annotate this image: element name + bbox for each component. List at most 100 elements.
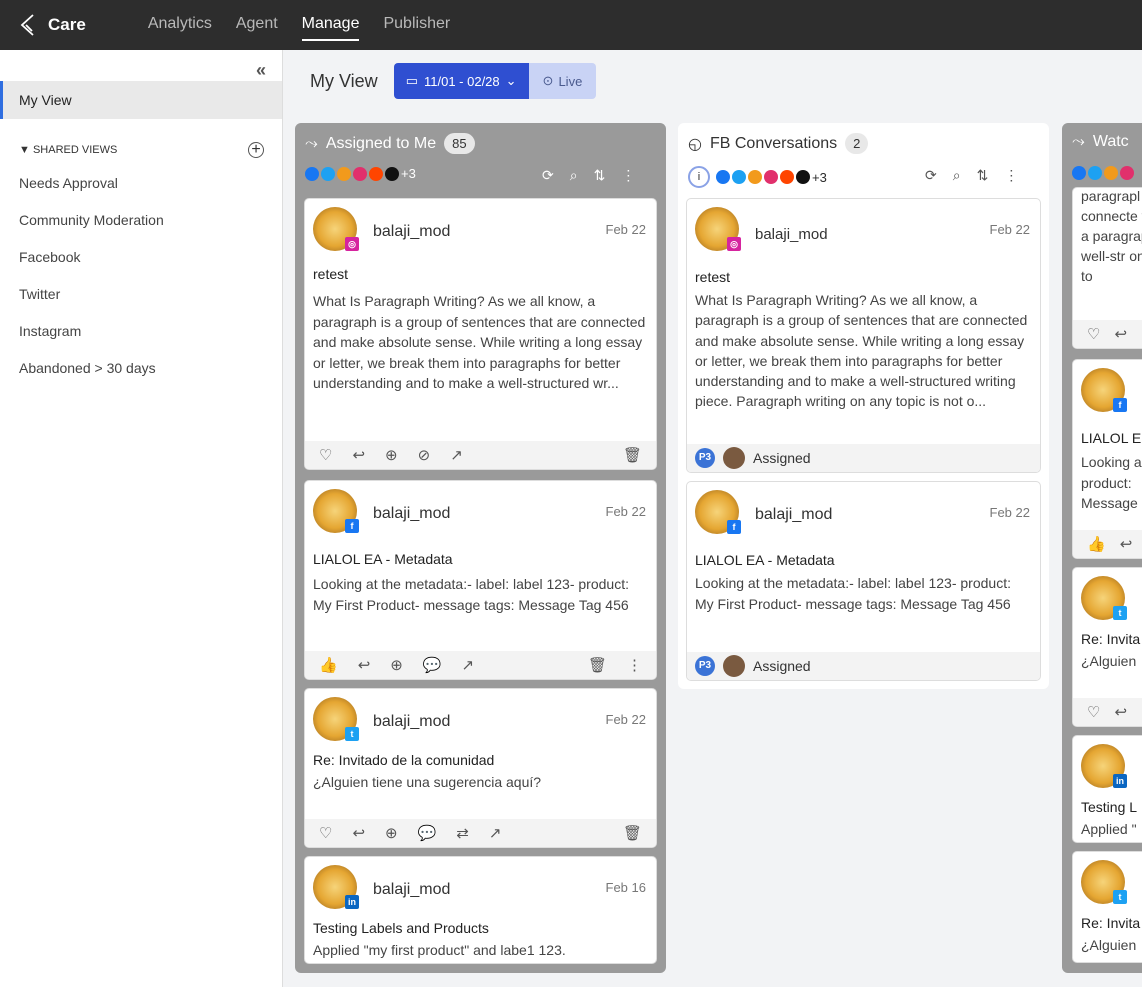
message-card[interactable]: ◎ balaji_mod Feb 22 retest What Is Parag… (686, 198, 1041, 473)
sidebar-item-needs-approval[interactable]: Needs Approval (19, 174, 164, 211)
sidebar-item-my-view[interactable]: My View (0, 81, 282, 119)
trash-icon[interactable]: 🗑 (623, 824, 642, 842)
channel-filters[interactable]: i +3 (688, 166, 827, 188)
message-body: paragrapl connecte writing a paragrapl a… (1081, 188, 1142, 284)
sidebar-item-facebook[interactable]: Facebook (19, 248, 164, 285)
message-date: Feb 22 (605, 504, 646, 519)
message-card[interactable]: t balaji_mod Feb 22 Re: Invitado de la c… (304, 688, 657, 848)
like-icon[interactable]: ♡ (319, 824, 332, 842)
reply-icon[interactable]: ↩ (358, 656, 371, 674)
add-icon[interactable]: ⊕ (385, 446, 398, 464)
sort-icon[interactable]: ⇅ (977, 167, 989, 184)
like-icon[interactable]: ♡ (319, 446, 332, 464)
message-card[interactable]: in balaji_mod Feb 16 Testing Labels and … (304, 856, 657, 964)
message-date: Feb 16 (605, 880, 646, 895)
refresh-icon[interactable]: ⟳ (542, 167, 554, 184)
live-label: Live (558, 73, 583, 89)
nav-analytics[interactable]: Analytics (148, 9, 212, 41)
message-body: ¿Alguien tiene una sugerencia aquí? (313, 774, 542, 790)
hide-icon[interactable]: ⊘ (418, 446, 431, 464)
like-icon[interactable]: ♡ (1087, 325, 1100, 343)
add-view-icon[interactable]: + (248, 142, 264, 158)
message-card[interactable]: f LIALOL E Looking a product: Message 👍 ↩ (1072, 359, 1142, 559)
column-count: 2 (845, 133, 869, 154)
reply-icon[interactable]: ↩ (1120, 535, 1133, 553)
instagram-icon (353, 166, 367, 181)
message-card[interactable]: in Testing L Applied " (1072, 735, 1142, 843)
reply-icon[interactable]: ↩ (1114, 703, 1127, 721)
nav-agent[interactable]: Agent (236, 9, 278, 41)
date-range-button[interactable]: ▭ 11/01 - 02/28 ⌄ (393, 63, 529, 99)
shared-views-toggle[interactable]: ▼ SHARED VIEWS (19, 144, 117, 156)
info-icon[interactable]: i (688, 166, 710, 188)
message-card[interactable]: f balaji_mod Feb 22 LIALOL EA - Metadata… (304, 480, 657, 680)
message-card[interactable]: paragrapl connecte writing a paragrapl a… (1072, 187, 1142, 349)
trash-icon[interactable]: 🗑 (623, 446, 642, 464)
nav-manage[interactable]: Manage (301, 9, 360, 41)
reddit-icon (780, 170, 794, 184)
like-icon[interactable]: ♡ (1087, 703, 1100, 721)
add-icon[interactable]: ⊕ (385, 824, 398, 842)
collapse-sidebar-icon[interactable]: « (256, 60, 266, 81)
add-icon[interactable]: ⊕ (390, 656, 403, 674)
trash-icon[interactable]: 🗑 (588, 656, 607, 674)
message-card[interactable]: ◎ balaji_mod Feb 22 retest What Is Parag… (304, 198, 657, 470)
sidebar-item-twitter[interactable]: Twitter (19, 285, 164, 322)
column-header: ◵ FB Conversations 2 (688, 133, 869, 154)
message-subject: Re: Invita (1081, 631, 1141, 647)
assigned-icon: ⤳ (1072, 133, 1085, 150)
reply-icon[interactable]: ↩ (352, 446, 365, 464)
search-icon[interactable]: ⌕ (570, 167, 578, 184)
message-body: ¿Alguien (1081, 937, 1137, 953)
facebook-icon (1072, 166, 1086, 180)
message-body: Looking at the metadata:- label: label 1… (313, 576, 629, 613)
card-actions: 👍 ↩ (1073, 530, 1142, 558)
message-date: Feb 22 (605, 222, 646, 237)
open-icon[interactable]: ↗ (489, 824, 502, 842)
priority-badge: P3 (695, 448, 715, 468)
more-icon[interactable]: ⋮ (621, 167, 635, 184)
facebook-icon: f (1113, 398, 1127, 412)
channel-filters[interactable]: +3 (305, 166, 416, 181)
sort-icon[interactable]: ⇅ (594, 167, 606, 184)
username: balaji_mod (373, 881, 451, 898)
live-button[interactable]: ⊙ Live (528, 63, 597, 99)
reply-icon[interactable]: ↩ (1114, 325, 1127, 343)
assigned-icon: ⤳ (305, 134, 318, 152)
instagram-icon: ◎ (727, 237, 741, 251)
message-body: What Is Paragraph Writing? As we all kno… (313, 293, 646, 391)
more-icon[interactable]: ⋮ (627, 656, 642, 674)
more-icon[interactable]: ⋮ (1004, 167, 1018, 184)
message-subject: Re: Invitado de la comunidad (313, 752, 495, 768)
assignment-status: Assigned (753, 450, 811, 466)
thumbs-up-icon[interactable]: 👍 (1087, 535, 1106, 553)
care-logo[interactable]: Care (18, 13, 86, 37)
open-icon[interactable]: ↗ (450, 446, 463, 464)
sidebar-item-instagram[interactable]: Instagram (19, 322, 164, 359)
search-icon[interactable]: ⌕ (953, 167, 961, 184)
priority-badge: P3 (695, 656, 715, 676)
message-subject: retest (313, 266, 349, 282)
twitter-icon: t (1113, 606, 1127, 620)
comment-icon[interactable]: 💬 (418, 824, 437, 842)
comment-icon[interactable]: 💬 (423, 656, 442, 674)
date-range-label: 11/01 - 02/28 (423, 73, 500, 89)
message-body: Applied "my first product" and labe1 123… (313, 942, 566, 958)
message-card[interactable]: f balaji_mod Feb 22 LIALOL EA - Metadata… (686, 481, 1041, 681)
sidebar-item-abandoned[interactable]: Abandoned > 30 days (19, 359, 164, 396)
calendar-icon: ▭ (405, 73, 418, 88)
sidebar-item-community-moderation[interactable]: Community Moderation (19, 211, 164, 248)
message-subject: Re: Invita (1081, 915, 1141, 931)
retweet-icon[interactable]: ⇄ (456, 824, 469, 842)
message-card[interactable]: t Re: Invita ¿Alguien ♡ ↩ (1072, 567, 1142, 727)
thumbs-up-icon[interactable]: 👍 (319, 656, 338, 674)
refresh-icon[interactable]: ⟳ (925, 167, 937, 184)
reply-icon[interactable]: ↩ (352, 824, 365, 842)
tiktok-icon (796, 170, 810, 184)
channel-filters[interactable] (1072, 166, 1134, 180)
nav-publisher[interactable]: Publisher (383, 9, 450, 41)
open-icon[interactable]: ↗ (462, 656, 475, 674)
twitter-icon: t (1113, 890, 1127, 904)
message-card[interactable]: t Re: Invita ¿Alguien (1072, 851, 1142, 963)
sidebar: « My View ▼ SHARED VIEWS + Needs Approva… (0, 50, 283, 987)
